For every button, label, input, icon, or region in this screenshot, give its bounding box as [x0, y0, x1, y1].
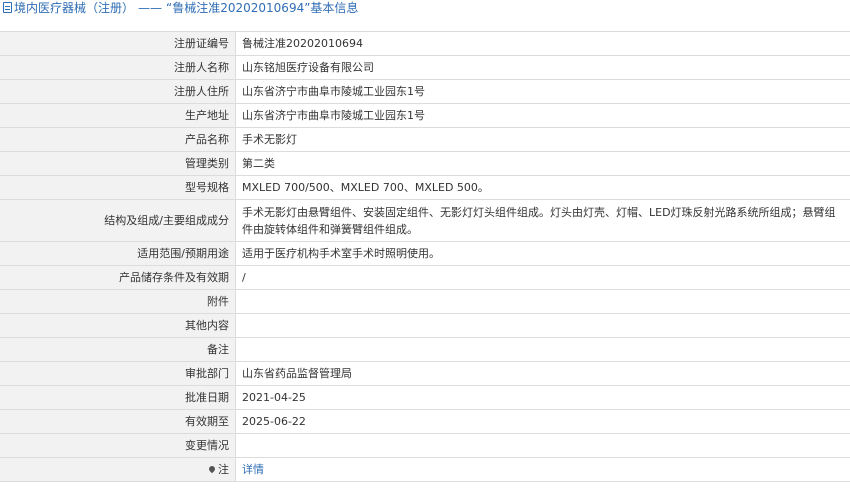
row-label: 生产地址	[0, 103, 236, 128]
table-row: 附件	[0, 289, 850, 314]
table-row-note: 注 详情	[0, 457, 850, 482]
row-value	[235, 313, 850, 338]
note-label: 注	[218, 463, 229, 476]
table-row: 结构及组成/主要组成成分 手术无影灯由悬臂组件、安装固定组件、无影灯灯头组件组成…	[0, 199, 850, 242]
row-value: 手术无影灯	[235, 127, 850, 152]
details-link[interactable]: 详情	[242, 463, 264, 476]
table-row: 生产地址 山东省济宁市曲阜市陵城工业园东1号	[0, 103, 850, 128]
row-label: 型号规格	[0, 175, 236, 200]
row-value: 第二类	[235, 151, 850, 176]
info-table: 注册证编号 鲁械注准20202010694 注册人名称 山东铭旭医疗设备有限公司…	[0, 31, 850, 482]
table-row: 注册人名称 山东铭旭医疗设备有限公司	[0, 55, 850, 80]
table-row: 有效期至 2025-06-22	[0, 409, 850, 434]
table-row: 审批部门 山东省药品监督管理局	[0, 361, 850, 386]
row-label: 注册人住所	[0, 79, 236, 104]
row-value: /	[235, 265, 850, 290]
row-value: 适用于医疗机构手术室手术时照明使用。	[235, 241, 850, 266]
table-row: 变更情况	[0, 433, 850, 458]
row-value: 山东省济宁市曲阜市陵城工业园东1号	[235, 79, 850, 104]
title-separator: ——	[138, 1, 163, 15]
table-row: 产品名称 手术无影灯	[0, 127, 850, 152]
row-value	[235, 337, 850, 362]
title-record: “鲁械注准20202010694”基本信息	[166, 1, 359, 15]
row-value: 鲁械注准20202010694	[235, 31, 850, 56]
row-label: 产品名称	[0, 127, 236, 152]
table-row: 其他内容	[0, 313, 850, 338]
row-label: 有效期至	[0, 409, 236, 434]
table-row: 型号规格 MXLED 700/500、MXLED 700、MXLED 500。	[0, 175, 850, 200]
table-row: 管理类别 第二类	[0, 151, 850, 176]
row-value: 山东省药品监督管理局	[235, 361, 850, 386]
row-label: 适用范围/预期用途	[0, 241, 236, 266]
row-label: 产品储存条件及有效期	[0, 265, 236, 290]
row-label: 批准日期	[0, 385, 236, 410]
row-label: 附件	[0, 289, 236, 314]
row-label: 审批部门	[0, 361, 236, 386]
row-value: 2021-04-25	[235, 385, 850, 410]
note-value-cell: 详情	[235, 457, 850, 482]
table-row: 备注	[0, 337, 850, 362]
row-label: 变更情况	[0, 433, 236, 458]
note-label-cell: 注	[0, 457, 236, 482]
row-label: 注册证编号	[0, 31, 236, 56]
pin-icon	[207, 464, 217, 474]
row-value: MXLED 700/500、MXLED 700、MXLED 500。	[235, 175, 850, 200]
document-icon	[3, 2, 12, 13]
row-value: 山东省济宁市曲阜市陵城工业园东1号	[235, 103, 850, 128]
table-row: 批准日期 2021-04-25	[0, 385, 850, 410]
row-value: 山东铭旭医疗设备有限公司	[235, 55, 850, 80]
row-label: 结构及组成/主要组成成分	[0, 199, 236, 242]
row-label: 备注	[0, 337, 236, 362]
row-value: 手术无影灯由悬臂组件、安装固定组件、无影灯灯头组件组成。灯头由灯壳、灯帽、LED…	[235, 199, 850, 242]
table-row: 注册证编号 鲁械注准20202010694	[0, 31, 850, 56]
row-label: 注册人名称	[0, 55, 236, 80]
title-category: 境内医疗器械（注册）	[14, 1, 135, 15]
row-value: 2025-06-22	[235, 409, 850, 434]
row-label: 其他内容	[0, 313, 236, 338]
table-row: 适用范围/预期用途 适用于医疗机构手术室手术时照明使用。	[0, 241, 850, 266]
table-row: 注册人住所 山东省济宁市曲阜市陵城工业园东1号	[0, 79, 850, 104]
row-value	[235, 433, 850, 458]
table-row: 产品储存条件及有效期 /	[0, 265, 850, 290]
row-label: 管理类别	[0, 151, 236, 176]
page-title: 境内医疗器械（注册） —— “鲁械注准20202010694”基本信息	[0, 0, 850, 21]
row-value	[235, 289, 850, 314]
